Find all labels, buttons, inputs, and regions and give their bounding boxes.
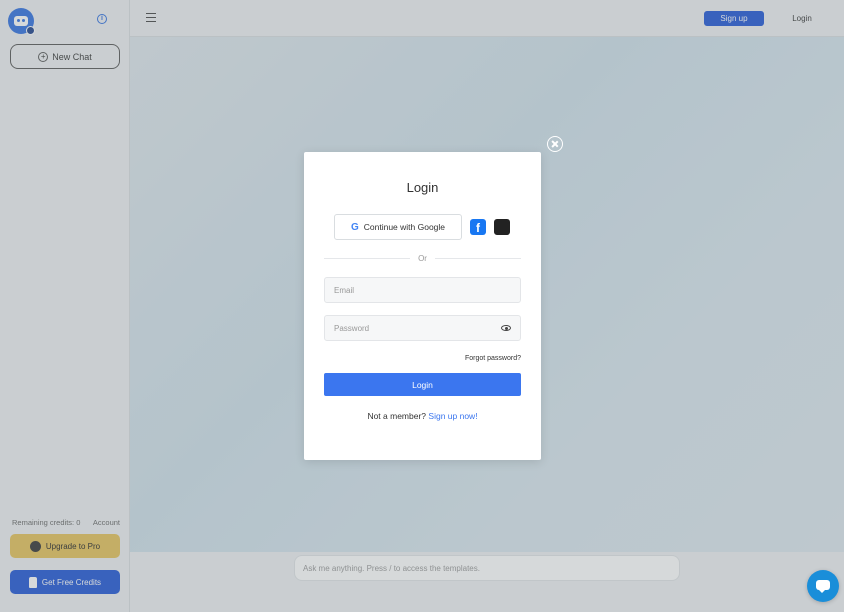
google-login-label: Continue with Google: [363, 222, 446, 232]
login-modal: Login G Continue with Google f Or Email …: [304, 152, 541, 460]
facebook-icon[interactable]: f: [470, 219, 486, 235]
chat-bubble-icon: [816, 580, 830, 593]
apple-icon[interactable]: [494, 219, 510, 235]
signup-prompt: Not a member? Sign up now!: [304, 411, 541, 421]
modal-title: Login: [406, 180, 439, 195]
divider-line: [324, 257, 411, 259]
password-field[interactable]: Password: [324, 315, 521, 341]
close-icon[interactable]: [547, 136, 563, 152]
eye-icon[interactable]: [501, 325, 511, 331]
google-icon: G: [350, 221, 359, 233]
signup-now-link[interactable]: Sign up now!: [428, 411, 477, 421]
divider-line: [434, 257, 522, 259]
not-member-text: Not a member?: [367, 411, 427, 421]
or-divider: Or: [324, 253, 522, 263]
divider-text: Or: [418, 253, 427, 263]
google-login-button[interactable]: G Continue with Google: [334, 214, 462, 240]
email-field[interactable]: Email: [324, 277, 521, 303]
forgot-password-link[interactable]: Forgot password?: [465, 355, 521, 362]
login-submit-button[interactable]: Login: [324, 373, 521, 396]
support-chat-button[interactable]: [807, 570, 839, 602]
password-placeholder: Password: [334, 323, 370, 333]
